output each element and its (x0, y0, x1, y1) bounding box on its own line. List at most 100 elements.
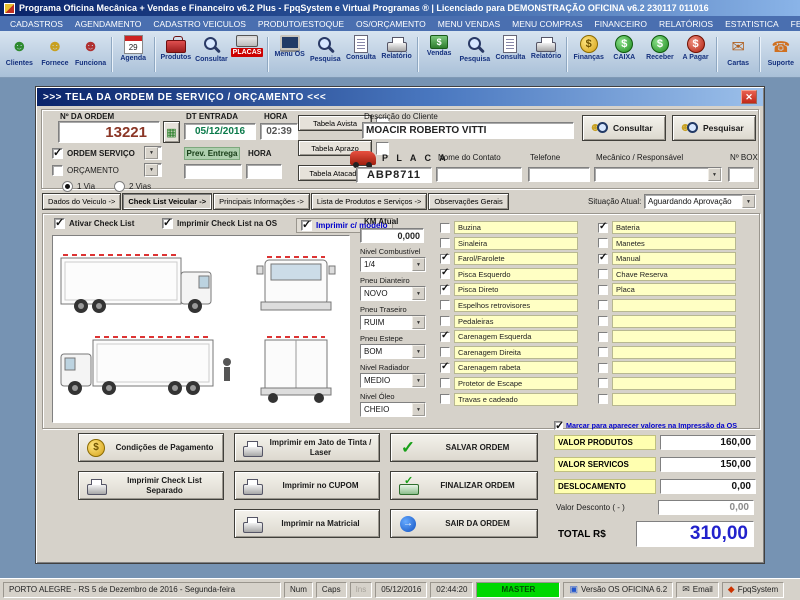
prev-hora-field[interactable] (246, 164, 282, 179)
checklist-checkbox[interactable] (440, 378, 450, 389)
checklist-item-field[interactable]: Placa (612, 283, 736, 297)
checklist-checkbox[interactable] (440, 330, 450, 342)
dropdown-arrow-icon[interactable]: ▼ (412, 403, 425, 416)
dropdown-arrow-icon[interactable]: ▼ (145, 164, 158, 176)
print-checklist-os-option[interactable]: Imprimir Check List na OS (162, 216, 277, 229)
activate-checklist-checkbox[interactable] (54, 216, 65, 229)
checklist-checkbox[interactable] (598, 394, 608, 405)
toolbar-button[interactable]: Finanças (571, 33, 606, 76)
checklist-item-field[interactable]: Farol/Farolete (454, 252, 578, 266)
toolbar-button[interactable]: Menu OS (272, 33, 307, 76)
mechanic-select[interactable]: ▼ (594, 167, 722, 182)
action-button[interactable]: Imprimir no CUPOM (234, 471, 380, 500)
level-select[interactable]: MEDIO ▼ (360, 373, 426, 388)
action-button[interactable]: Imprimir Check List Separado (78, 471, 224, 500)
checklist-item-field[interactable]: Travas e cadeado (454, 392, 578, 406)
toolbar-button[interactable]: Consulta (344, 33, 379, 76)
ordem-servico-dropdown[interactable]: ▼ (144, 146, 162, 160)
toolbar-button[interactable]: Suporte (764, 33, 799, 76)
checklist-item-field[interactable]: Carenagem rabeta (454, 361, 578, 375)
menu-item[interactable]: FINANCEIRO (589, 19, 653, 29)
checklist-item-field[interactable]: Chave Reserva (612, 267, 736, 281)
checklist-checkbox[interactable] (440, 316, 450, 327)
orcamento-checkbox[interactable] (52, 165, 63, 176)
toolbar-button[interactable]: Pesquisa (458, 33, 493, 76)
dropdown-arrow-icon[interactable]: ▼ (742, 195, 755, 208)
menu-item[interactable]: MENU VENDAS (432, 19, 506, 29)
checklist-checkbox[interactable] (598, 347, 608, 358)
action-button[interactable]: Condições de Pagamento (78, 433, 224, 462)
action-button[interactable]: SAIR DA ORDEM (390, 509, 538, 538)
checklist-checkbox[interactable] (440, 283, 450, 295)
action-button[interactable]: SALVAR ORDEM (390, 433, 538, 462)
close-icon[interactable]: ✕ (741, 90, 757, 104)
dropdown-arrow-icon[interactable]: ▼ (412, 316, 425, 329)
activate-checklist-option[interactable]: Ativar Check List (54, 216, 134, 229)
checklist-checkbox[interactable] (440, 238, 450, 249)
toolbar-button[interactable]: Cartas (721, 33, 760, 76)
checklist-checkbox[interactable] (598, 331, 608, 342)
checklist-item-field[interactable] (612, 376, 736, 390)
dropdown-arrow-icon[interactable]: ▼ (412, 374, 425, 387)
checklist-item-field[interactable]: Manual (612, 252, 736, 266)
checklist-checkbox[interactable] (440, 394, 450, 405)
box-field[interactable] (728, 167, 754, 182)
toolbar-button[interactable]: Clientes (2, 33, 37, 76)
checklist-item-field[interactable]: Manetes (612, 236, 736, 250)
entry-date-field[interactable]: 05/12/2016 (184, 123, 256, 140)
action-button[interactable]: Imprimir em Jato de Tinta / Laser (234, 433, 380, 462)
toolbar-button[interactable]: Agenda (116, 33, 155, 76)
order-lookup-button[interactable] (163, 121, 180, 143)
checklist-item-field[interactable]: Carenagem Esquerda (454, 330, 578, 344)
toolbar-button[interactable]: Consultar (194, 33, 229, 76)
checklist-item-field[interactable]: Pisca Direto (454, 283, 578, 297)
checklist-checkbox[interactable] (598, 284, 608, 295)
checklist-checkbox[interactable] (598, 362, 608, 373)
checklist-item-field[interactable]: Pedaleiras (454, 314, 578, 328)
level-select[interactable]: 1/4 ▼ (360, 257, 426, 272)
dropdown-arrow-icon[interactable]: ▼ (708, 168, 721, 181)
checklist-item-field[interactable]: Sinaleira (454, 236, 578, 250)
dropdown-arrow-icon[interactable]: ▼ (412, 345, 425, 358)
dropdown-arrow-icon[interactable]: ▼ (412, 258, 425, 271)
print-checklist-os-checkbox[interactable] (162, 216, 173, 229)
menu-item[interactable]: AGENDAMENTO (69, 19, 147, 29)
menu-item[interactable]: ESTATISTICA (719, 19, 785, 29)
client-field[interactable]: MOACIR ROBERTO VITTI (362, 122, 574, 139)
checklist-checkbox[interactable] (598, 316, 608, 327)
menu-item[interactable]: OS/ORÇAMENTO (350, 19, 432, 29)
checklist-item-field[interactable] (612, 330, 736, 344)
toolbar-button[interactable]: Fornece (38, 33, 73, 76)
checklist-checkbox[interactable] (440, 222, 450, 233)
orcamento-option[interactable]: ORÇAMENTO (52, 165, 119, 176)
order-window-titlebar[interactable]: >>> TELA DA ORDEM DE SERVIÇO / ORÇAMENTO… (37, 88, 763, 106)
totals-row-value[interactable]: 150,00 (660, 457, 756, 472)
tabela-button[interactable]: Tabela Avista (298, 115, 372, 131)
level-select[interactable]: BOM ▼ (360, 344, 426, 359)
ordem-servico-checkbox[interactable] (52, 146, 63, 159)
checklist-item-field[interactable] (612, 298, 736, 312)
checklist-item-field[interactable]: Bateria (612, 221, 736, 234)
checklist-checkbox[interactable] (598, 269, 608, 280)
dropdown-arrow-icon[interactable]: ▼ (145, 147, 158, 159)
print-model-checkbox[interactable] (301, 218, 312, 231)
toolbar-button[interactable]: Relatório (529, 33, 567, 76)
toolbar-button[interactable]: Receber (643, 33, 678, 76)
toolbar-button[interactable]: Produtos (159, 33, 194, 76)
checklist-checkbox[interactable] (598, 378, 608, 389)
discount-field[interactable]: 0,00 (658, 500, 754, 515)
action-button[interactable]: FINALIZAR ORDEM (390, 471, 538, 500)
checklist-checkbox[interactable] (598, 221, 608, 233)
entry-hour-field[interactable]: 02:39 (260, 123, 298, 140)
menu-item[interactable]: CADASTROS (4, 19, 69, 29)
checklist-item-field[interactable] (612, 392, 736, 406)
totals-row-value[interactable]: 160,00 (660, 435, 756, 450)
menu-item[interactable]: MENU COMPRAS (506, 19, 588, 29)
consult-button[interactable]: Consultar (582, 115, 666, 141)
menu-item[interactable]: PRODUTO/ESTOQUE (252, 19, 350, 29)
checklist-checkbox[interactable] (598, 300, 608, 311)
dropdown-arrow-icon[interactable]: ▼ (412, 287, 425, 300)
toolbar-button[interactable]: A Pagar (678, 33, 717, 76)
orcamento-dropdown[interactable]: ▼ (144, 163, 162, 177)
menu-item[interactable]: FERRAMENTAS (785, 19, 800, 29)
